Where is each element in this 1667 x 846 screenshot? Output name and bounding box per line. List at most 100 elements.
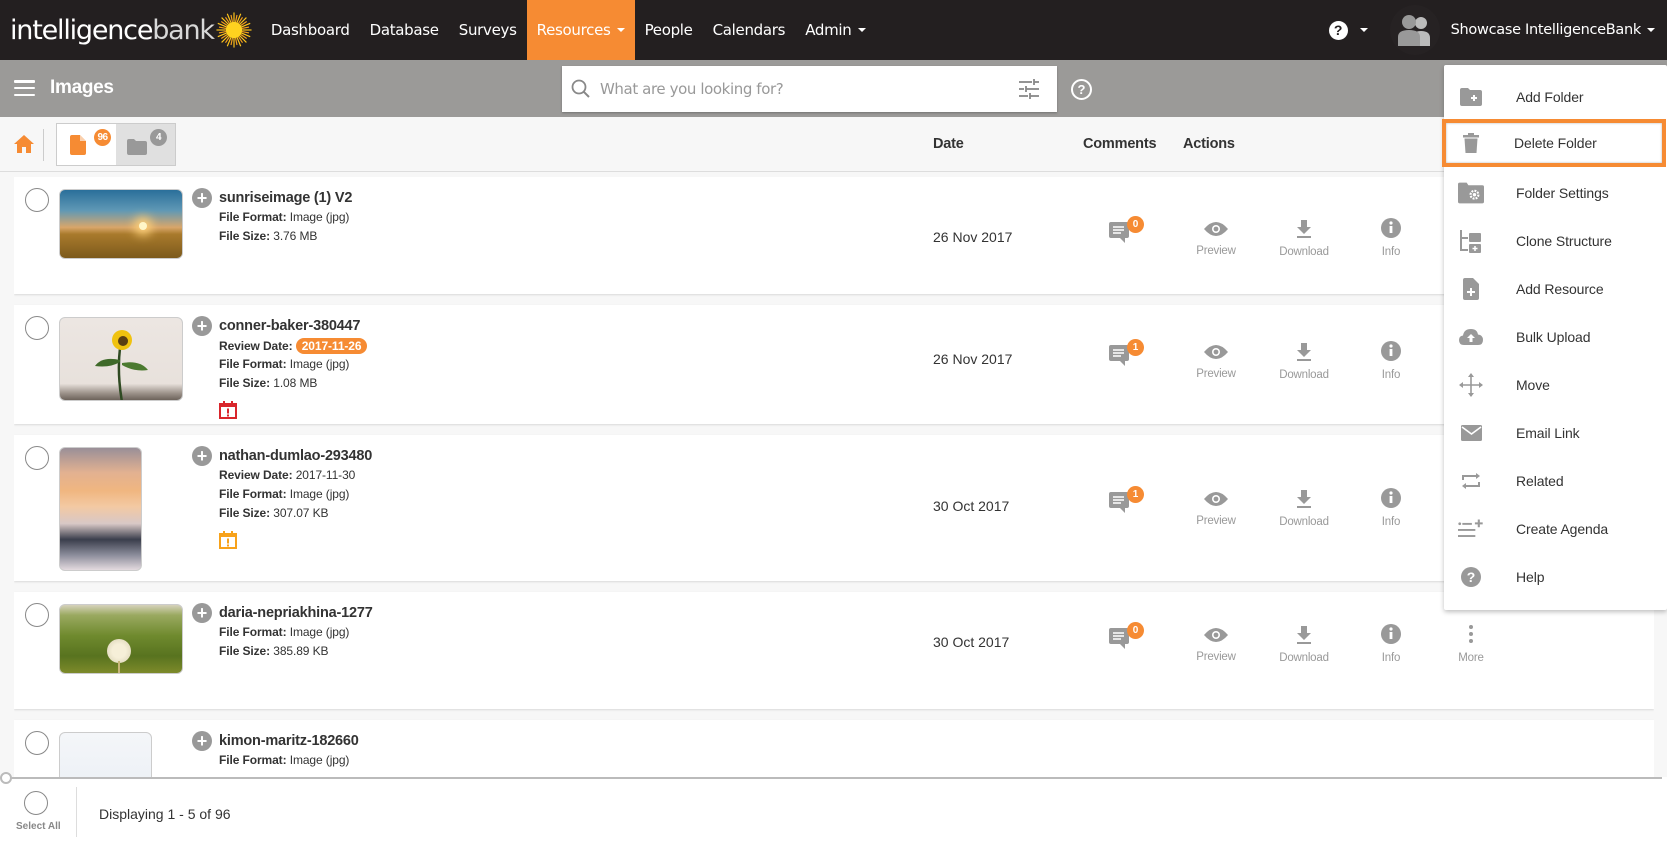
resource-row: + nathan-dumlao-293480 Review Date: 2017…: [14, 435, 1654, 581]
row-select-radio[interactable]: [25, 731, 49, 755]
select-all-radio[interactable]: [24, 791, 48, 815]
calendar-alert-icon-orange[interactable]: [219, 531, 237, 549]
help-question-icon[interactable]: ?: [1328, 20, 1348, 40]
menu-item-help[interactable]: ? Help: [1444, 555, 1667, 599]
thumbnail-sunflower[interactable]: [59, 317, 183, 401]
comments-button[interactable]: 1: [1109, 339, 1144, 375]
thumbnail-mountains[interactable]: [59, 447, 142, 571]
nav-people[interactable]: People: [635, 0, 703, 60]
help-caret-down-icon[interactable]: [1359, 28, 1368, 32]
resource-date: 26 Nov 2017: [933, 229, 1013, 245]
user-menu[interactable]: Showcase IntelligenceBank: [1451, 22, 1655, 38]
menu-item-email-link[interactable]: Email Link: [1444, 411, 1667, 455]
eye-icon: [1204, 628, 1228, 642]
menu-item-folder-settings[interactable]: Folder Settings: [1444, 171, 1667, 215]
download-button[interactable]: Download: [1274, 490, 1334, 528]
resource-meta: nathan-dumlao-293480 Review Date: 2017-1…: [219, 448, 372, 554]
add-to-collection-icon[interactable]: +: [192, 316, 212, 336]
repeat-arrows-icon: [1458, 468, 1484, 494]
nav-database[interactable]: Database: [360, 0, 449, 60]
column-header-date[interactable]: Date: [933, 136, 964, 152]
user-avatar[interactable]: [1389, 5, 1440, 55]
info-button[interactable]: Info: [1361, 218, 1421, 258]
comment-count-badge: 0: [1127, 622, 1144, 639]
comments-button[interactable]: 0: [1109, 622, 1144, 658]
resource-title[interactable]: kimon-maritz-182660: [219, 733, 359, 749]
eye-icon: [1204, 345, 1228, 359]
row-select-radio[interactable]: [25, 603, 49, 627]
resource-title[interactable]: sunriseimage (1) V2: [219, 190, 352, 206]
download-button[interactable]: Download: [1274, 626, 1334, 664]
resource-meta: conner-baker-380447 Review Date: 2017-11…: [219, 318, 368, 424]
more-button[interactable]: More: [1441, 624, 1501, 664]
menu-item-add-resource[interactable]: Add Resource: [1444, 267, 1667, 311]
more-vertical-icon: [1469, 625, 1473, 643]
resource-list: + sunriseimage (1) V2 File Format: Image…: [14, 177, 1654, 777]
footer-slider-track[interactable]: [5, 777, 1662, 779]
nav-surveys[interactable]: Surveys: [449, 0, 527, 60]
thumbnail-dandelion[interactable]: [59, 604, 183, 674]
search-help-icon[interactable]: ?: [1071, 79, 1092, 100]
menu-item-move[interactable]: Move: [1444, 363, 1667, 407]
row-select-radio[interactable]: [25, 446, 49, 470]
resource-title[interactable]: conner-baker-380447: [219, 318, 367, 334]
thumbnail-sunrise[interactable]: [59, 189, 183, 259]
preview-button[interactable]: Preview: [1186, 627, 1246, 663]
resource-row: + daria-nepriakhina-1277 File Format: Im…: [14, 592, 1654, 709]
intelligencebank-logo[interactable]: intelligencebank: [10, 0, 252, 60]
info-button[interactable]: Info: [1361, 341, 1421, 381]
hamburger-menu-icon[interactable]: [14, 80, 35, 97]
add-to-collection-icon[interactable]: +: [192, 603, 212, 623]
info-button[interactable]: Info: [1361, 624, 1421, 664]
menu-item-bulk-upload[interactable]: Bulk Upload: [1444, 315, 1667, 359]
preview-button[interactable]: Preview: [1186, 491, 1246, 527]
menu-item-add-folder[interactable]: Add Folder: [1444, 75, 1667, 119]
nav-dashboard[interactable]: Dashboard: [261, 0, 360, 60]
resource-meta: sunriseimage (1) V2 File Format: Image (…: [219, 190, 352, 248]
row-select-radio[interactable]: [25, 316, 49, 340]
add-to-collection-icon[interactable]: +: [192, 446, 212, 466]
download-label: Download: [1279, 369, 1329, 381]
thumbnail-kimon[interactable]: [59, 732, 152, 777]
caret-down-icon: [857, 28, 866, 32]
main-nav: Dashboard Database Surveys Resources Peo…: [261, 0, 876, 60]
file-size: File Size: 385.89 KB: [219, 644, 329, 658]
filter-sliders-icon[interactable]: [1017, 78, 1041, 100]
files-tab[interactable]: 96: [57, 124, 116, 165]
preview-button[interactable]: Preview: [1186, 221, 1246, 257]
resource-title[interactable]: nathan-dumlao-293480: [219, 448, 372, 464]
search-input[interactable]: [600, 80, 1000, 98]
footer-slider-handle[interactable]: [0, 772, 12, 784]
caret-down-icon: [1647, 28, 1655, 32]
comments-button[interactable]: 0: [1109, 216, 1144, 252]
menu-item-create-agenda[interactable]: Create Agenda: [1444, 507, 1667, 551]
download-icon: [1297, 343, 1311, 361]
comments-button[interactable]: 1: [1109, 486, 1144, 522]
home-icon[interactable]: [13, 134, 35, 154]
nav-calendars[interactable]: Calendars: [703, 0, 796, 60]
folders-tab[interactable]: 4: [116, 124, 175, 165]
download-icon: [1297, 490, 1311, 508]
download-button[interactable]: Download: [1274, 220, 1334, 258]
comment-count-badge: 1: [1127, 486, 1144, 503]
menu-item-delete-folder[interactable]: Delete Folder: [1442, 119, 1666, 167]
resource-title[interactable]: daria-nepriakhina-1277: [219, 605, 373, 621]
preview-button[interactable]: Preview: [1186, 344, 1246, 380]
info-button[interactable]: Info: [1361, 488, 1421, 528]
menu-item-related[interactable]: Related: [1444, 459, 1667, 503]
calendar-alert-icon-red[interactable]: [219, 401, 237, 419]
column-header-actions: Actions: [1183, 136, 1235, 152]
add-to-collection-icon[interactable]: +: [192, 188, 212, 208]
download-label: Download: [1279, 516, 1329, 528]
menu-item-clone-structure[interactable]: Clone Structure: [1444, 219, 1667, 263]
row-select-radio[interactable]: [25, 188, 49, 212]
select-all-label[interactable]: Select All: [16, 821, 61, 832]
add-to-collection-icon[interactable]: +: [192, 731, 212, 751]
top-navigation-bar: intelligencebank Dashboard Database Surv…: [0, 0, 1667, 60]
download-button[interactable]: Download: [1274, 343, 1334, 381]
files-count-badge: 96: [94, 129, 111, 146]
column-header-comments: Comments: [1083, 136, 1157, 152]
review-date: Review Date: 2017-11-30: [219, 468, 356, 482]
nav-resources[interactable]: Resources: [526, 0, 635, 60]
nav-admin[interactable]: Admin: [795, 0, 875, 60]
